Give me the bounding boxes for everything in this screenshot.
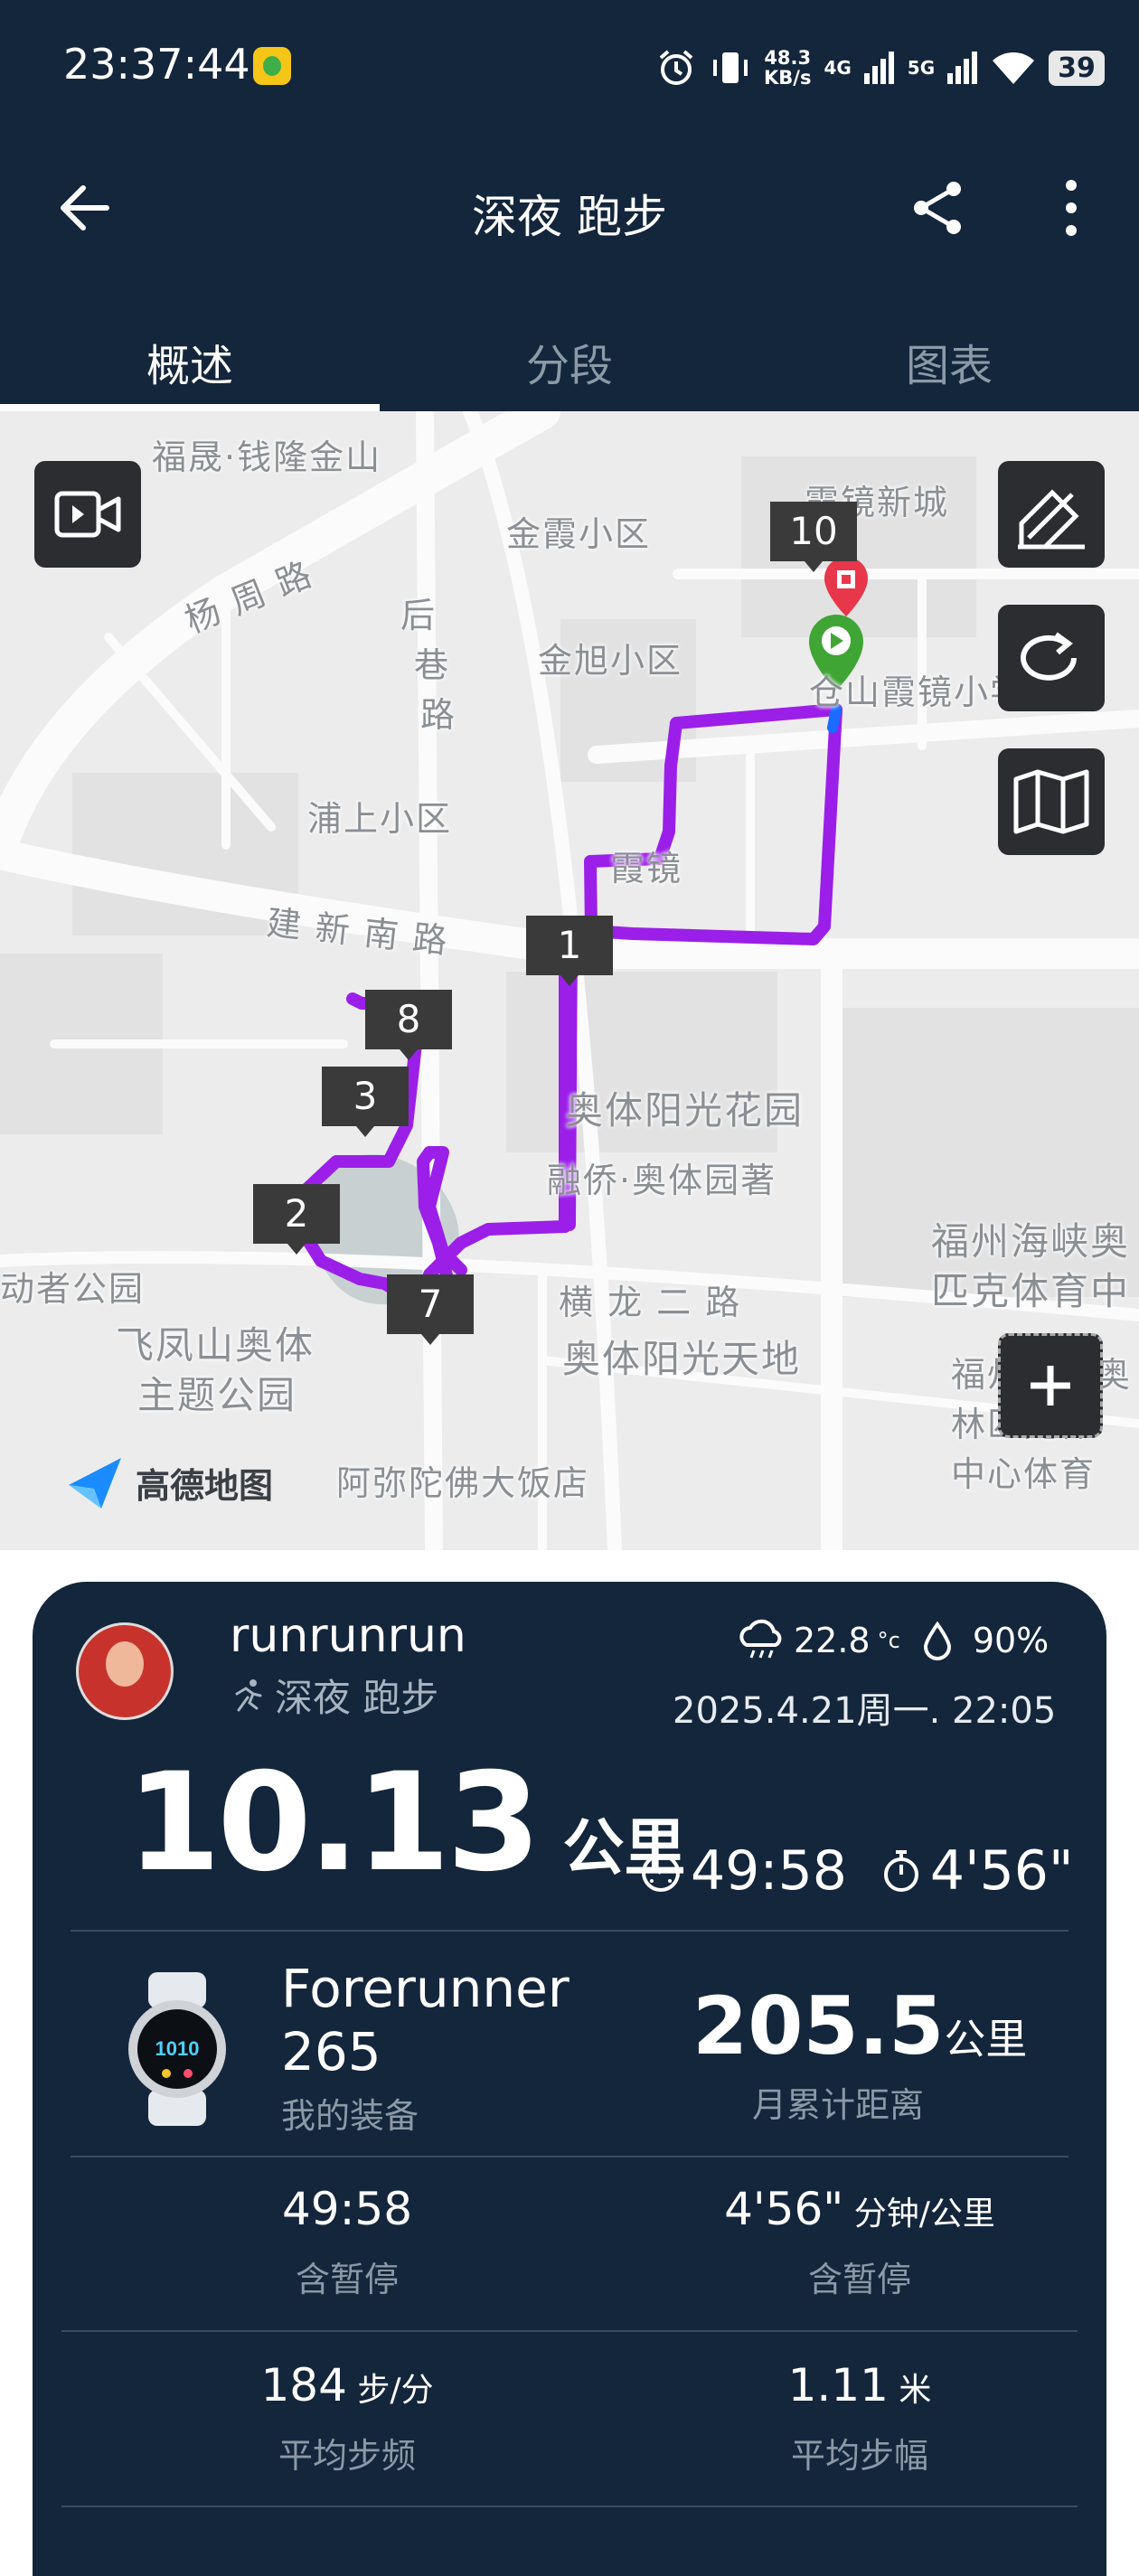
pace: 4'56" bbox=[929, 1839, 1074, 1903]
app-header: 23:37:44 48.3 KB/s 4G 5G 39 深夜 跑步 概述 分段 图… bbox=[0, 0, 1139, 411]
username: runrunrun bbox=[230, 1609, 466, 1663]
zoom-in-button[interactable] bbox=[998, 1333, 1103, 1438]
km-marker[interactable]: 7 bbox=[387, 1274, 474, 1345]
battery-indicator: 39 bbox=[1049, 50, 1105, 86]
km-marker[interactable]: 10 bbox=[770, 502, 857, 572]
status-icons: 48.3 KB/s 4G 5G 39 bbox=[655, 36, 1105, 99]
km-marker[interactable]: 8 bbox=[365, 990, 452, 1060]
svg-text:1010: 1010 bbox=[155, 2037, 200, 2060]
wifi-icon bbox=[993, 52, 1035, 84]
divider bbox=[71, 2156, 1068, 2158]
stat-duration: 49:58 含暂停 bbox=[281, 2183, 413, 2299]
avatar[interactable] bbox=[76, 1622, 174, 1720]
vibrate-icon bbox=[713, 52, 748, 83]
km-marker[interactable]: 1 bbox=[526, 916, 613, 986]
net-4g-label: 4G bbox=[824, 57, 852, 79]
amap-logo-icon bbox=[69, 1458, 121, 1509]
map-label: 动者公园 bbox=[0, 1269, 146, 1309]
humidity-drop-icon bbox=[923, 1621, 951, 1660]
status-time: 23:37:44 bbox=[63, 40, 250, 89]
km-marker[interactable]: 2 bbox=[253, 1184, 340, 1255]
map-label: 巷 bbox=[414, 645, 451, 685]
duration: 49:58 bbox=[691, 1839, 847, 1903]
watch-image: 1010 bbox=[128, 1972, 226, 2126]
tab-bar: 概述 分段 图表 bbox=[0, 312, 1139, 411]
running-icon bbox=[235, 1678, 262, 1711]
replay-route-button[interactable] bbox=[998, 605, 1105, 711]
tab-splits[interactable]: 分段 bbox=[380, 312, 759, 411]
monthly-distance: 205.5公里 bbox=[692, 1979, 1028, 2073]
cloud-rain-icon bbox=[739, 1619, 782, 1659]
signal-icon bbox=[863, 52, 894, 84]
map-label: 仓山霞镜小学 bbox=[809, 672, 1027, 712]
map-label: 路 bbox=[420, 695, 457, 735]
map-label: 融侨·奥体园著 bbox=[547, 1161, 777, 1200]
map-label: 奥体阳光天地 bbox=[562, 1337, 802, 1381]
stopwatch-icon bbox=[883, 1850, 918, 1892]
humidity: 90% bbox=[972, 1621, 1050, 1660]
status-bar: 23:37:44 48.3 KB/s 4G 5G 39 bbox=[0, 0, 1139, 136]
map-layer-button[interactable] bbox=[998, 748, 1105, 855]
loop-icon bbox=[1021, 632, 1077, 681]
weather-info: 22.8 °c 90% bbox=[736, 1618, 1049, 1663]
video-camera-icon bbox=[54, 491, 121, 538]
stat-pace: 4'56" 分钟/公里 含暂停 bbox=[724, 2183, 995, 2299]
total-distance: 10.13 公里 bbox=[127, 1744, 686, 1902]
tab-charts[interactable]: 图表 bbox=[759, 312, 1139, 411]
map-label: 后 bbox=[400, 596, 438, 635]
map-label: 中心体育 bbox=[951, 1454, 1097, 1494]
map-label: 霞镜 bbox=[610, 849, 683, 888]
alarm-icon bbox=[659, 50, 693, 85]
plus-icon bbox=[1031, 1366, 1070, 1406]
tab-overview[interactable]: 概述 bbox=[0, 312, 380, 411]
temperature: 22.8 bbox=[794, 1621, 871, 1660]
device-label: 我的装备 bbox=[281, 2096, 419, 2136]
video-replay-button[interactable] bbox=[34, 461, 141, 568]
map-label: 福晟·钱隆金山 bbox=[152, 437, 382, 477]
share-icon[interactable] bbox=[908, 178, 968, 238]
monthly-distance-label: 月累计距离 bbox=[752, 2085, 925, 2125]
duration-and-pace: 49:58 4'56" bbox=[638, 1839, 1074, 1903]
route-edit-icon bbox=[1018, 489, 1085, 550]
map-label: 主题公园 bbox=[137, 1373, 297, 1417]
stat-cadence: 184 步/分 平均步频 bbox=[260, 2359, 434, 2476]
page-title: 深夜 跑步 bbox=[472, 191, 667, 243]
net-speed: 48.3 KB/s bbox=[764, 47, 812, 89]
signal-icon bbox=[947, 52, 978, 84]
device-name: Forerunner 265 bbox=[281, 1958, 570, 2082]
divider bbox=[61, 2330, 1078, 2332]
divider bbox=[71, 1930, 1068, 1932]
activity-type: 深夜 跑步 bbox=[230, 1668, 438, 1723]
route-style-button[interactable] bbox=[998, 461, 1105, 568]
timer-icon bbox=[642, 1854, 680, 1892]
divider bbox=[61, 2505, 1078, 2507]
activity-summary-card: runrunrun 深夜 跑步 22.8 °c 90% 2025.4.21周一. … bbox=[33, 1582, 1106, 2576]
map-label: 阿弥陀佛大饭店 bbox=[336, 1463, 590, 1503]
map-label: 福州海峡奥 bbox=[931, 1219, 1131, 1264]
map-label: 飞凤山奥体 bbox=[116, 1323, 315, 1368]
app-notification-icon bbox=[253, 47, 291, 85]
activity-date: 2025.4.21周一. 22:05 bbox=[673, 1690, 1057, 1732]
more-options-icon[interactable] bbox=[1053, 176, 1089, 240]
map-label: 金旭小区 bbox=[538, 641, 683, 681]
map-label: 匹克体育中 bbox=[931, 1269, 1131, 1313]
title-bar: 深夜 跑步 bbox=[0, 154, 1139, 262]
route-map[interactable]: 福晟·钱隆金山 金霞小区 霞镜新城 杨 周 路 后 巷 路 金旭小区 仓山霞镜小… bbox=[0, 411, 1139, 1550]
amap-logo: 高德地图 bbox=[63, 1451, 273, 1514]
map-provider-label: 高德地图 bbox=[136, 1465, 274, 1506]
map-icon bbox=[1013, 769, 1089, 834]
map-label: 浦上小区 bbox=[307, 799, 453, 839]
net-5g-label: 5G bbox=[907, 57, 936, 79]
stat-stride: 1.11 米 平均步幅 bbox=[787, 2359, 932, 2476]
map-label: 横 龙 二 路 bbox=[559, 1283, 742, 1322]
temperature-unit: °c bbox=[877, 1628, 900, 1653]
map-label: 奥体阳光花园 bbox=[565, 1088, 805, 1133]
km-marker[interactable]: 3 bbox=[322, 1067, 409, 1137]
map-label: 金霞小区 bbox=[506, 514, 652, 554]
